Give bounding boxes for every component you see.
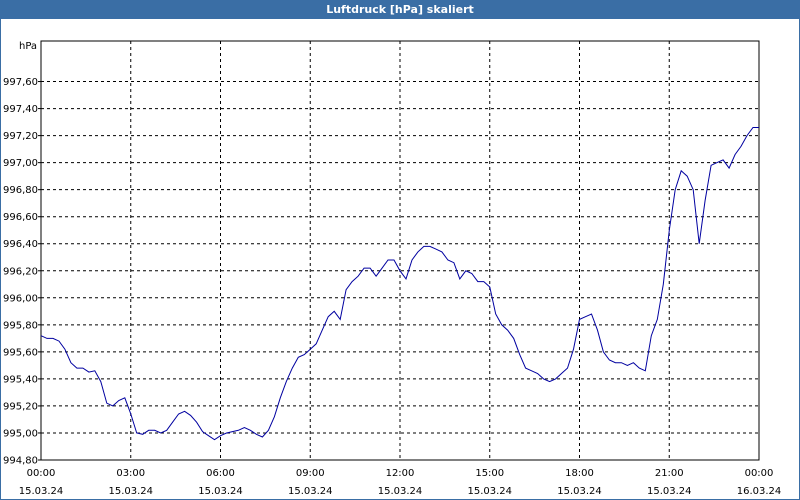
x-tick-label-date: 15.03.24 bbox=[19, 486, 64, 497]
y-tick-label: 997,40 bbox=[3, 104, 38, 115]
y-axis: 994,80 995,00 995,20 995,40 995,60 995,80 996,… bbox=[3, 77, 41, 467]
y-tick-label: 994,80 bbox=[3, 456, 38, 467]
x-tick-label-date: 15.03.24 bbox=[467, 486, 512, 497]
x-tick-label-time: 12:00 bbox=[386, 468, 415, 479]
y-axis-unit-label: hPa bbox=[19, 41, 37, 52]
x-tick-label-time: 00:00 bbox=[745, 468, 774, 479]
x-tick-label-time: 18:00 bbox=[565, 468, 594, 479]
y-tick-label: 997,20 bbox=[3, 131, 38, 142]
chart-window: Luftdruck [hPa] skaliert 994,80 995,00 995… bbox=[0, 0, 800, 500]
x-tick-label-date: 15.03.24 bbox=[198, 486, 243, 497]
y-tick-label: 995,00 bbox=[3, 428, 38, 439]
x-tick-label-time: 00:00 bbox=[27, 468, 56, 479]
y-tick-label: 995,20 bbox=[3, 401, 38, 412]
x-tick-label-date: 15.03.24 bbox=[108, 486, 153, 497]
grid-layer bbox=[40, 41, 760, 461]
x-tick-label-date: 15.03.24 bbox=[647, 486, 692, 497]
x-tick-label-date: 15.03.24 bbox=[378, 486, 423, 497]
x-tick-label-date: 15.03.24 bbox=[288, 486, 333, 497]
y-tick-label: 997,00 bbox=[3, 158, 38, 169]
y-tick-label: 996,20 bbox=[3, 266, 38, 277]
x-tick-label-date: 16.03.24 bbox=[737, 486, 782, 497]
x-axis: 00:00 15.03.24 03:00 15.03.24 06:00 15.03.24 0… bbox=[19, 468, 782, 497]
x-tick-label-time: 06:00 bbox=[206, 468, 235, 479]
y-tick-label: 995,80 bbox=[3, 320, 38, 331]
y-tick-label: 997,60 bbox=[3, 77, 38, 88]
y-tick-label: 995,60 bbox=[3, 347, 38, 358]
chart-canvas: 994,80 995,00 995,20 995,40 995,60 995,80 996,… bbox=[3, 40, 782, 497]
y-tick-label: 995,40 bbox=[3, 374, 38, 385]
y-tick-label: 996,40 bbox=[3, 239, 38, 250]
x-tick-label-time: 21:00 bbox=[655, 468, 684, 479]
y-tick-label: 996,00 bbox=[3, 293, 38, 304]
y-tick-label: 996,60 bbox=[3, 212, 38, 223]
x-tick-label-date: 15.03.24 bbox=[557, 486, 602, 497]
x-tick-label-time: 15:00 bbox=[475, 468, 504, 479]
x-tick-label-time: 03:00 bbox=[116, 468, 145, 479]
x-tick-label-time: 09:00 bbox=[296, 468, 325, 479]
y-tick-label: 996,80 bbox=[3, 185, 38, 196]
